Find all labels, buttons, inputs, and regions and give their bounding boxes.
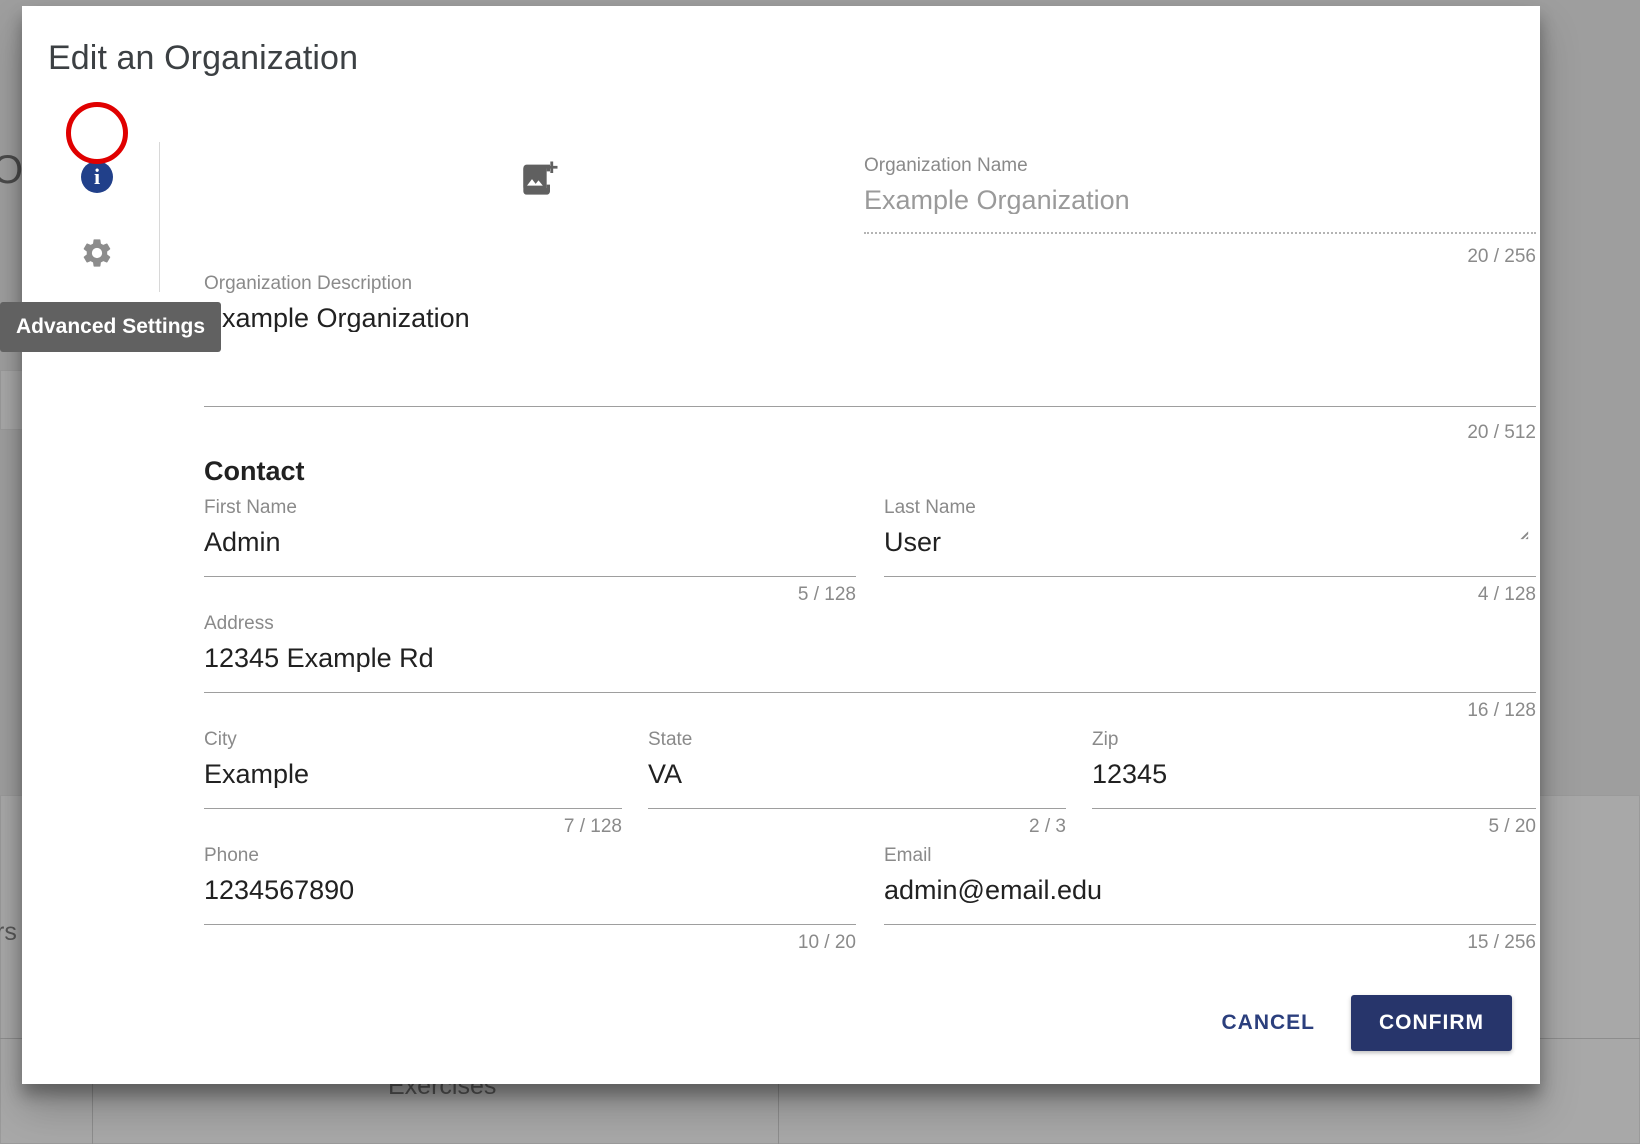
zip-underline bbox=[1092, 808, 1536, 809]
advanced-settings-tooltip: Advanced Settings bbox=[0, 302, 221, 352]
add-image-button[interactable] bbox=[520, 158, 560, 198]
organization-description-label: Organization Description bbox=[204, 274, 1536, 293]
organization-name-value: Example Organization bbox=[864, 186, 1536, 214]
field-zip[interactable]: Zip 12345 bbox=[1092, 730, 1536, 788]
last-name-underline bbox=[884, 576, 1536, 577]
dialog-footer: CANCEL CONFIRM bbox=[1202, 996, 1513, 1050]
organization-name-counter: 20 / 256 bbox=[1236, 246, 1536, 268]
address-counter: 16 / 128 bbox=[1236, 700, 1536, 722]
phone-value: 1234567890 bbox=[204, 876, 856, 904]
field-state[interactable]: State VA bbox=[648, 730, 1066, 788]
zip-counter: 5 / 20 bbox=[1236, 816, 1536, 838]
last-name-counter: 4 / 128 bbox=[1236, 584, 1536, 606]
organization-description-underline bbox=[204, 406, 1536, 407]
city-underline bbox=[204, 808, 622, 809]
phone-underline bbox=[204, 924, 856, 925]
city-counter: 7 / 128 bbox=[322, 816, 622, 838]
email-counter: 15 / 256 bbox=[1236, 932, 1536, 954]
edit-organization-dialog: Edit an Organization i Advanced Settings… bbox=[22, 6, 1540, 1084]
organization-name-label: Organization Name bbox=[864, 156, 1536, 175]
confirm-button[interactable]: CONFIRM bbox=[1351, 995, 1512, 1051]
email-value: admin@email.edu bbox=[884, 876, 1536, 904]
rail-divider bbox=[159, 142, 160, 292]
field-city[interactable]: City Example bbox=[204, 730, 622, 788]
contact-section-heading: Contact bbox=[204, 456, 305, 487]
organization-description-value: Example Organization bbox=[204, 304, 1536, 332]
state-underline bbox=[648, 808, 1066, 809]
zip-value: 12345 bbox=[1092, 760, 1536, 788]
city-label: City bbox=[204, 730, 622, 749]
field-organization-description[interactable]: Organization Description Example Organiz… bbox=[204, 274, 1536, 332]
last-name-label: Last Name bbox=[884, 498, 1536, 517]
field-organization-name[interactable]: Organization Name Example Organization bbox=[864, 156, 1536, 214]
state-counter: 2 / 3 bbox=[766, 816, 1066, 838]
first-name-value: Admin bbox=[204, 528, 856, 556]
state-label: State bbox=[648, 730, 1066, 749]
organization-name-underline bbox=[864, 232, 1536, 234]
first-name-underline bbox=[204, 576, 856, 577]
field-phone[interactable]: Phone 1234567890 bbox=[204, 846, 856, 904]
organization-description-counter: 20 / 512 bbox=[1236, 422, 1536, 444]
address-underline bbox=[204, 692, 1536, 693]
email-underline bbox=[884, 924, 1536, 925]
email-label: Email bbox=[884, 846, 1536, 865]
zip-label: Zip bbox=[1092, 730, 1536, 749]
first-name-counter: 5 / 128 bbox=[556, 584, 856, 606]
field-email[interactable]: Email admin@email.edu bbox=[884, 846, 1536, 904]
phone-label: Phone bbox=[204, 846, 856, 865]
first-name-label: First Name bbox=[204, 498, 856, 517]
advanced-settings-tab-button[interactable] bbox=[70, 226, 124, 280]
add-image-icon bbox=[520, 158, 560, 198]
field-address[interactable]: Address 12345 Example Rd bbox=[204, 614, 1536, 672]
phone-counter: 10 / 20 bbox=[556, 932, 856, 954]
info-tab-button[interactable]: i bbox=[70, 150, 124, 204]
last-name-value: User bbox=[884, 528, 1536, 556]
organization-form: Organization Name Example Organization 2… bbox=[182, 136, 1534, 974]
field-first-name[interactable]: First Name Admin bbox=[204, 498, 856, 556]
background-text-fragment: rs bbox=[0, 918, 17, 947]
address-value: 12345 Example Rd bbox=[204, 644, 1536, 672]
cancel-button[interactable]: CANCEL bbox=[1202, 997, 1336, 1049]
city-value: Example bbox=[204, 760, 622, 788]
address-label: Address bbox=[204, 614, 1536, 633]
gear-icon bbox=[80, 236, 114, 270]
info-icon: i bbox=[81, 161, 113, 193]
state-value: VA bbox=[648, 760, 1066, 788]
dialog-icon-rail: i bbox=[22, 126, 138, 326]
dialog-title: Edit an Organization bbox=[48, 39, 358, 78]
field-last-name[interactable]: Last Name User bbox=[884, 498, 1536, 556]
